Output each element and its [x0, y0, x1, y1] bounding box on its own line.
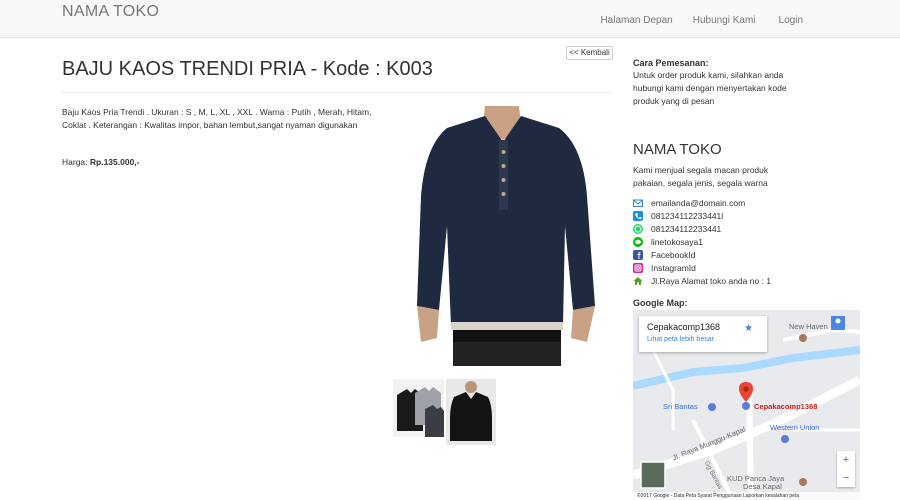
map-card-title: Cepakacomp1368	[647, 322, 721, 332]
product-thumbnails	[393, 379, 496, 445]
map-place-card: Cepakacomp1368 Lihat peta lebih besar ★	[639, 316, 767, 352]
map-place-desa-kapal: Desa Kapal	[743, 482, 782, 491]
star-icon[interactable]: ★	[744, 323, 753, 334]
facebook-icon	[633, 249, 643, 260]
contact-email[interactable]: emailanda@domain.com	[633, 196, 771, 209]
email-icon	[633, 198, 643, 208]
map-place-sri-bantas: Sri Bantas	[663, 402, 698, 411]
nav-links: Halaman Depan Hubungi Kami Login	[600, 15, 803, 26]
map-place-western-union: Western Union	[770, 423, 820, 432]
brand-logo[interactable]: NAMA TOKO	[62, 3, 159, 21]
shop-name: NAMA TOKO	[633, 141, 722, 158]
thumbnail-2[interactable]	[446, 379, 496, 445]
map-place-marker: Cepakacomp1368	[754, 402, 818, 411]
shop-description: Kami menjual segala macan produk pakaian…	[633, 165, 769, 188]
contact-instagram[interactable]: InstagramId	[633, 261, 771, 274]
price-value: Rp.135.000,-	[89, 157, 140, 167]
contact-facebook[interactable]: FacebookId	[633, 248, 771, 261]
map-larger-link[interactable]: Lihat peta lebih besar	[647, 336, 714, 343]
zoom-out-button[interactable]: −	[837, 469, 855, 487]
back-button[interactable]: << Kembali	[566, 46, 613, 60]
nav-login-link[interactable]: Login	[779, 15, 803, 26]
phone-icon	[633, 210, 643, 221]
nav-contact-link[interactable]: Hubungi Kami	[693, 15, 756, 26]
google-map[interactable]: Cepakacomp1368 Lihat peta lebih besar ★ …	[633, 310, 860, 500]
map-place-new-haven: New Haven	[789, 322, 828, 331]
order-text: Untuk order produk kami, silahkan anda h…	[633, 70, 787, 106]
product-title: BAJU KAOS TRENDI PRIA - Kode : K003	[62, 58, 433, 80]
contact-email-text: emailanda@domain.com	[651, 197, 746, 208]
contact-facebook-text: FacebookId	[651, 249, 696, 260]
order-title: Cara Pemesanan:	[633, 58, 709, 68]
divider	[62, 92, 613, 93]
contact-whatsapp-text: 081234112233441	[651, 223, 722, 234]
contact-address-text: Jl.Raya Alamat toko anda no : 1	[651, 275, 772, 286]
nav-home-link[interactable]: Halaman Depan	[600, 15, 672, 26]
map-footer: ©2017 Google - Data Peta Syarat Pengguna…	[633, 492, 860, 500]
contact-instagram-text: InstagramId	[651, 262, 696, 273]
home-icon	[633, 276, 643, 286]
line-icon	[633, 236, 643, 247]
map-title: Google Map:	[633, 298, 688, 308]
contact-line-text: linetokosaya1	[651, 236, 703, 247]
whatsapp-icon	[633, 223, 643, 234]
contact-line[interactable]: linetokosaya1	[633, 235, 771, 248]
contact-address: Jl.Raya Alamat toko anda no : 1	[633, 274, 771, 287]
contact-list: emailanda@domain.com 081234112233441l 08…	[633, 196, 771, 287]
sidebar-order: Cara Pemesanan: Untuk order produk kami,…	[633, 58, 863, 108]
product-price: Harga: Rp.135.000,-	[62, 157, 140, 167]
product-description: Baju Kaos Pria Trendi . Ukuran : S , M, …	[62, 107, 372, 130]
contact-whatsapp[interactable]: 081234112233441	[633, 222, 771, 235]
zoom-in-button[interactable]: +	[837, 451, 855, 469]
navbar: NAMA TOKO Halaman Depan Hubungi Kami Log…	[0, 0, 900, 38]
product-main-image	[407, 106, 598, 366]
price-label: Harga:	[62, 157, 88, 167]
contact-phone-text: 081234112233441l	[651, 210, 724, 221]
thumbnail-1[interactable]	[393, 379, 444, 437]
contact-phone[interactable]: 081234112233441l	[633, 209, 771, 222]
instagram-icon	[633, 262, 643, 273]
map-zoom-controls: + −	[837, 451, 855, 487]
